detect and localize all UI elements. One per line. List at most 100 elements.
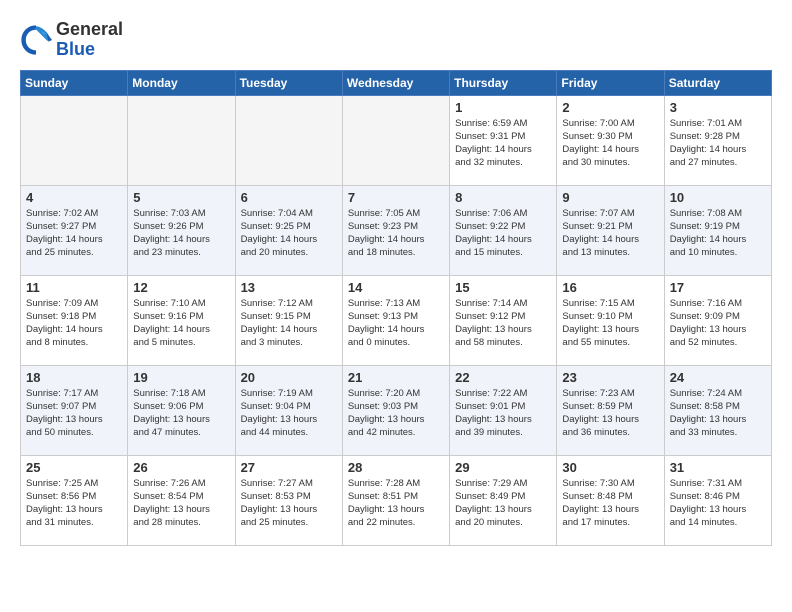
logo-icon [20, 24, 52, 56]
week-row-2: 4 Sunrise: 7:02 AM Sunset: 9:27 PM Daylig… [21, 185, 772, 275]
day-number: 13 [241, 280, 337, 295]
week-row-3: 11 Sunrise: 7:09 AM Sunset: 9:18 PM Dayli… [21, 275, 772, 365]
day-number: 26 [133, 460, 229, 475]
day-number: 5 [133, 190, 229, 205]
day-number: 19 [133, 370, 229, 385]
logo-blue: Blue [56, 39, 95, 59]
logo: General Blue [20, 20, 123, 60]
day-info: Sunrise: 7:04 AM Sunset: 9:25 PM Dayligh… [241, 207, 337, 260]
day-info: Sunrise: 7:14 AM Sunset: 9:12 PM Dayligh… [455, 297, 551, 350]
week-row-1: 1 Sunrise: 6:59 AM Sunset: 9:31 PM Daylig… [21, 95, 772, 185]
calendar-cell: 17Sunrise: 7:16 AM Sunset: 9:09 PM Dayli… [664, 275, 771, 365]
calendar-cell: 26 Sunrise: 7:26 AM Sunset: 8:54 PM Dayli… [128, 455, 235, 545]
day-info: Sunrise: 7:24 AM Sunset: 8:58 PM Dayligh… [670, 387, 766, 440]
day-info: Sunrise: 6:59 AM Sunset: 9:31 PM Dayligh… [455, 117, 551, 170]
calendar-cell: 10 Sunrise: 7:08 AM Sunset: 9:19 PM Dayli… [664, 185, 771, 275]
calendar-cell: 25 Sunrise: 7:25 AM Sunset: 8:56 PM Dayli… [21, 455, 128, 545]
weekday-friday: Friday [557, 70, 664, 95]
calendar-cell: 27Sunrise: 7:27 AM Sunset: 8:53 PM Dayli… [235, 455, 342, 545]
day-info: Sunrise: 7:31 AM Sunset: 8:46 PM Dayligh… [670, 477, 766, 530]
day-number: 30 [562, 460, 658, 475]
weekday-header-row: SundayMondayTuesdayWednesdayThursdayFrid… [21, 70, 772, 95]
calendar-cell: 28Sunrise: 7:28 AM Sunset: 8:51 PM Dayli… [342, 455, 449, 545]
calendar-cell: 15 Sunrise: 7:14 AM Sunset: 9:12 PM Dayli… [450, 275, 557, 365]
day-number: 20 [241, 370, 337, 385]
day-number: 10 [670, 190, 766, 205]
day-info: Sunrise: 7:07 AM Sunset: 9:21 PM Dayligh… [562, 207, 658, 260]
weekday-monday: Monday [128, 70, 235, 95]
weekday-tuesday: Tuesday [235, 70, 342, 95]
logo-general: General [56, 19, 123, 39]
calendar-cell: 9 Sunrise: 7:07 AM Sunset: 9:21 PM Daylig… [557, 185, 664, 275]
calendar-cell: 1 Sunrise: 6:59 AM Sunset: 9:31 PM Daylig… [450, 95, 557, 185]
day-number: 8 [455, 190, 551, 205]
day-info: Sunrise: 7:29 AM Sunset: 8:49 PM Dayligh… [455, 477, 551, 530]
day-info: Sunrise: 7:08 AM Sunset: 9:19 PM Dayligh… [670, 207, 766, 260]
day-info: Sunrise: 7:23 AM Sunset: 8:59 PM Dayligh… [562, 387, 658, 440]
day-number: 18 [26, 370, 122, 385]
day-info: Sunrise: 7:15 AM Sunset: 9:10 PM Dayligh… [562, 297, 658, 350]
day-number: 29 [455, 460, 551, 475]
calendar-cell: 11 Sunrise: 7:09 AM Sunset: 9:18 PM Dayli… [21, 275, 128, 365]
day-number: 15 [455, 280, 551, 295]
weekday-wednesday: Wednesday [342, 70, 449, 95]
day-info: Sunrise: 7:19 AM Sunset: 9:04 PM Dayligh… [241, 387, 337, 440]
weekday-thursday: Thursday [450, 70, 557, 95]
day-info: Sunrise: 7:22 AM Sunset: 9:01 PM Dayligh… [455, 387, 551, 440]
day-info: Sunrise: 7:00 AM Sunset: 9:30 PM Dayligh… [562, 117, 658, 170]
day-number: 22 [455, 370, 551, 385]
calendar-table: SundayMondayTuesdayWednesdayThursdayFrid… [20, 70, 772, 546]
day-number: 12 [133, 280, 229, 295]
day-info: Sunrise: 7:20 AM Sunset: 9:03 PM Dayligh… [348, 387, 444, 440]
day-info: Sunrise: 7:02 AM Sunset: 9:27 PM Dayligh… [26, 207, 122, 260]
calendar-cell: 21 Sunrise: 7:20 AM Sunset: 9:03 PM Dayli… [342, 365, 449, 455]
day-info: Sunrise: 7:01 AM Sunset: 9:28 PM Dayligh… [670, 117, 766, 170]
logo-text: General Blue [56, 20, 123, 60]
day-number: 25 [26, 460, 122, 475]
calendar-cell: 5Sunrise: 7:03 AM Sunset: 9:26 PM Daylig… [128, 185, 235, 275]
day-info: Sunrise: 7:18 AM Sunset: 9:06 PM Dayligh… [133, 387, 229, 440]
calendar-cell: 7 Sunrise: 7:05 AM Sunset: 9:23 PM Daylig… [342, 185, 449, 275]
day-info: Sunrise: 7:26 AM Sunset: 8:54 PM Dayligh… [133, 477, 229, 530]
calendar-cell: 2 Sunrise: 7:00 AM Sunset: 9:30 PM Daylig… [557, 95, 664, 185]
calendar-cell: 3 Sunrise: 7:01 AM Sunset: 9:28 PM Daylig… [664, 95, 771, 185]
day-number: 1 [455, 100, 551, 115]
calendar-cell [235, 95, 342, 185]
calendar-cell: 16 Sunrise: 7:15 AM Sunset: 9:10 PM Dayli… [557, 275, 664, 365]
day-number: 11 [26, 280, 122, 295]
calendar-cell: 13Sunrise: 7:12 AM Sunset: 9:15 PM Dayli… [235, 275, 342, 365]
calendar-cell: 12Sunrise: 7:10 AM Sunset: 9:16 PM Dayli… [128, 275, 235, 365]
calendar-cell: 24 Sunrise: 7:24 AM Sunset: 8:58 PM Dayli… [664, 365, 771, 455]
week-row-4: 18Sunrise: 7:17 AM Sunset: 9:07 PM Dayli… [21, 365, 772, 455]
page-container: General Blue SundayMondayTuesdayWednesda… [20, 20, 772, 546]
day-info: Sunrise: 7:28 AM Sunset: 8:51 PM Dayligh… [348, 477, 444, 530]
calendar-cell: 6 Sunrise: 7:04 AM Sunset: 9:25 PM Daylig… [235, 185, 342, 275]
day-number: 4 [26, 190, 122, 205]
day-number: 27 [241, 460, 337, 475]
day-number: 9 [562, 190, 658, 205]
day-info: Sunrise: 7:09 AM Sunset: 9:18 PM Dayligh… [26, 297, 122, 350]
day-number: 2 [562, 100, 658, 115]
day-info: Sunrise: 7:05 AM Sunset: 9:23 PM Dayligh… [348, 207, 444, 260]
day-number: 6 [241, 190, 337, 205]
calendar-cell [21, 95, 128, 185]
day-number: 3 [670, 100, 766, 115]
day-number: 16 [562, 280, 658, 295]
calendar-cell: 31 Sunrise: 7:31 AM Sunset: 8:46 PM Dayli… [664, 455, 771, 545]
week-row-5: 25 Sunrise: 7:25 AM Sunset: 8:56 PM Dayli… [21, 455, 772, 545]
day-number: 23 [562, 370, 658, 385]
calendar-cell: 18Sunrise: 7:17 AM Sunset: 9:07 PM Dayli… [21, 365, 128, 455]
day-number: 24 [670, 370, 766, 385]
calendar-cell: 29 Sunrise: 7:29 AM Sunset: 8:49 PM Dayli… [450, 455, 557, 545]
day-info: Sunrise: 7:30 AM Sunset: 8:48 PM Dayligh… [562, 477, 658, 530]
day-number: 21 [348, 370, 444, 385]
calendar-cell [342, 95, 449, 185]
weekday-sunday: Sunday [21, 70, 128, 95]
calendar-cell: 4 Sunrise: 7:02 AM Sunset: 9:27 PM Daylig… [21, 185, 128, 275]
day-number: 7 [348, 190, 444, 205]
day-number: 31 [670, 460, 766, 475]
calendar-cell: 22 Sunrise: 7:22 AM Sunset: 9:01 PM Dayli… [450, 365, 557, 455]
calendar-cell: 23 Sunrise: 7:23 AM Sunset: 8:59 PM Dayli… [557, 365, 664, 455]
day-info: Sunrise: 7:25 AM Sunset: 8:56 PM Dayligh… [26, 477, 122, 530]
calendar-cell: 30 Sunrise: 7:30 AM Sunset: 8:48 PM Dayli… [557, 455, 664, 545]
